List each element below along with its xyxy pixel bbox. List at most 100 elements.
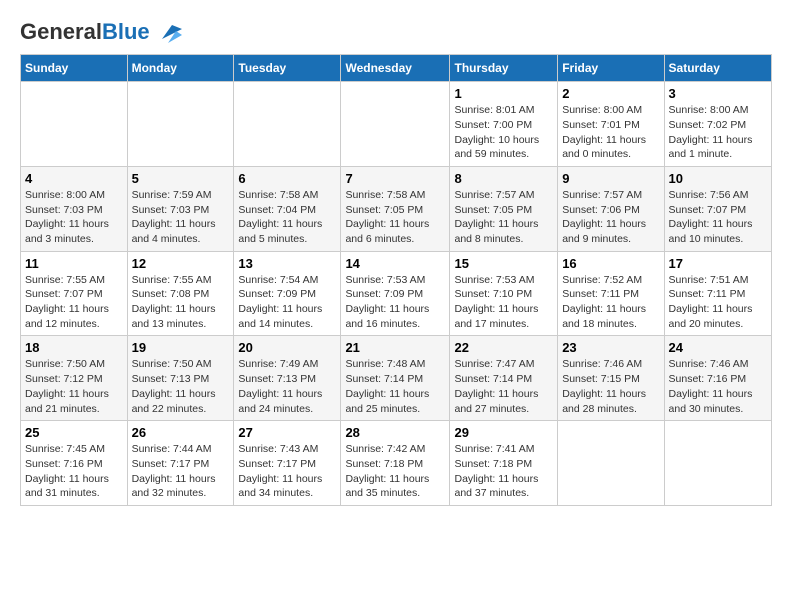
calendar-cell: 13 Sunrise: 7:54 AMSunset: 7:09 PMDayligh…	[234, 251, 341, 336]
day-info: Sunrise: 7:57 AMSunset: 7:05 PMDaylight:…	[454, 188, 553, 247]
day-number: 24	[669, 340, 767, 355]
dow-header-cell: Saturday	[664, 55, 771, 82]
day-number: 23	[562, 340, 659, 355]
calendar-cell: 19 Sunrise: 7:50 AMSunset: 7:13 PMDayligh…	[127, 336, 234, 421]
day-info: Sunrise: 7:42 AMSunset: 7:18 PMDaylight:…	[345, 442, 445, 501]
calendar-cell: 3Sunrise: 8:00 AMSunset: 7:02 PMDaylight…	[664, 82, 771, 167]
calendar-cell: 5 Sunrise: 7:59 AMSunset: 7:03 PMDaylight…	[127, 166, 234, 251]
day-number: 5	[132, 171, 230, 186]
calendar-cell: 22 Sunrise: 7:47 AMSunset: 7:14 PMDayligh…	[450, 336, 558, 421]
day-number: 9	[562, 171, 659, 186]
day-info: Sunrise: 7:58 AMSunset: 7:05 PMDaylight:…	[345, 188, 445, 247]
dow-header-cell: Wednesday	[341, 55, 450, 82]
dow-header-cell: Friday	[558, 55, 664, 82]
day-info: Sunrise: 7:53 AMSunset: 7:10 PMDaylight:…	[454, 273, 553, 332]
calendar-cell: 17 Sunrise: 7:51 AMSunset: 7:11 PMDayligh…	[664, 251, 771, 336]
day-number: 27	[238, 425, 336, 440]
calendar-cell	[234, 82, 341, 167]
day-info: Sunrise: 7:50 AMSunset: 7:13 PMDaylight:…	[132, 357, 230, 416]
calendar-cell: 21 Sunrise: 7:48 AMSunset: 7:14 PMDayligh…	[341, 336, 450, 421]
day-info: Sunrise: 8:01 AMSunset: 7:00 PMDaylight:…	[454, 103, 553, 162]
calendar-body: 1 Sunrise: 8:01 AMSunset: 7:00 PMDaylight…	[21, 82, 772, 506]
day-number: 8	[454, 171, 553, 186]
calendar-cell	[558, 421, 664, 506]
calendar-cell	[341, 82, 450, 167]
calendar-cell: 7Sunrise: 7:58 AMSunset: 7:05 PMDaylight…	[341, 166, 450, 251]
day-info: Sunrise: 7:54 AMSunset: 7:09 PMDaylight:…	[238, 273, 336, 332]
day-info: Sunrise: 7:41 AMSunset: 7:18 PMDaylight:…	[454, 442, 553, 501]
day-info: Sunrise: 7:57 AMSunset: 7:06 PMDaylight:…	[562, 188, 659, 247]
day-info: Sunrise: 7:44 AMSunset: 7:17 PMDaylight:…	[132, 442, 230, 501]
logo: GeneralBlue	[20, 20, 182, 44]
calendar-cell: 23 Sunrise: 7:46 AMSunset: 7:15 PMDayligh…	[558, 336, 664, 421]
calendar-week-row: 18 Sunrise: 7:50 AMSunset: 7:12 PMDayligh…	[21, 336, 772, 421]
day-number: 17	[669, 256, 767, 271]
day-number: 20	[238, 340, 336, 355]
day-info: Sunrise: 7:48 AMSunset: 7:14 PMDaylight:…	[345, 357, 445, 416]
calendar-cell	[21, 82, 128, 167]
day-number: 1	[454, 86, 553, 101]
dow-header-cell: Tuesday	[234, 55, 341, 82]
day-number: 10	[669, 171, 767, 186]
day-number: 13	[238, 256, 336, 271]
day-info: Sunrise: 7:51 AMSunset: 7:11 PMDaylight:…	[669, 273, 767, 332]
day-number: 21	[345, 340, 445, 355]
day-number: 28	[345, 425, 445, 440]
day-number: 29	[454, 425, 553, 440]
calendar-week-row: 25 Sunrise: 7:45 AMSunset: 7:16 PMDayligh…	[21, 421, 772, 506]
header: GeneralBlue	[20, 20, 772, 44]
day-info: Sunrise: 7:56 AMSunset: 7:07 PMDaylight:…	[669, 188, 767, 247]
calendar-cell: 9 Sunrise: 7:57 AMSunset: 7:06 PMDaylight…	[558, 166, 664, 251]
day-info: Sunrise: 7:45 AMSunset: 7:16 PMDaylight:…	[25, 442, 123, 501]
calendar-cell: 26 Sunrise: 7:44 AMSunset: 7:17 PMDayligh…	[127, 421, 234, 506]
calendar-cell: 25 Sunrise: 7:45 AMSunset: 7:16 PMDayligh…	[21, 421, 128, 506]
day-info: Sunrise: 7:53 AMSunset: 7:09 PMDaylight:…	[345, 273, 445, 332]
logo-blue: Blue	[102, 19, 150, 44]
day-info: Sunrise: 7:43 AMSunset: 7:17 PMDaylight:…	[238, 442, 336, 501]
day-info: Sunrise: 7:46 AMSunset: 7:16 PMDaylight:…	[669, 357, 767, 416]
day-number: 6	[238, 171, 336, 186]
day-number: 19	[132, 340, 230, 355]
day-number: 4	[25, 171, 123, 186]
calendar-week-row: 4 Sunrise: 8:00 AMSunset: 7:03 PMDaylight…	[21, 166, 772, 251]
calendar-cell: 1 Sunrise: 8:01 AMSunset: 7:00 PMDaylight…	[450, 82, 558, 167]
logo-icon	[154, 21, 182, 43]
day-number: 14	[345, 256, 445, 271]
calendar-cell: 14 Sunrise: 7:53 AMSunset: 7:09 PMDayligh…	[341, 251, 450, 336]
day-number: 12	[132, 256, 230, 271]
calendar-week-row: 1 Sunrise: 8:01 AMSunset: 7:00 PMDaylight…	[21, 82, 772, 167]
calendar-cell: 29 Sunrise: 7:41 AMSunset: 7:18 PMDayligh…	[450, 421, 558, 506]
day-info: Sunrise: 7:55 AMSunset: 7:07 PMDaylight:…	[25, 273, 123, 332]
calendar-cell	[664, 421, 771, 506]
calendar-cell: 6Sunrise: 7:58 AMSunset: 7:04 PMDaylight…	[234, 166, 341, 251]
day-number: 22	[454, 340, 553, 355]
calendar-cell: 20 Sunrise: 7:49 AMSunset: 7:13 PMDayligh…	[234, 336, 341, 421]
day-number: 25	[25, 425, 123, 440]
calendar-table: SundayMondayTuesdayWednesdayThursdayFrid…	[20, 54, 772, 506]
calendar-cell: 4 Sunrise: 8:00 AMSunset: 7:03 PMDaylight…	[21, 166, 128, 251]
day-info: Sunrise: 7:49 AMSunset: 7:13 PMDaylight:…	[238, 357, 336, 416]
calendar-cell: 18 Sunrise: 7:50 AMSunset: 7:12 PMDayligh…	[21, 336, 128, 421]
day-info: Sunrise: 7:47 AMSunset: 7:14 PMDaylight:…	[454, 357, 553, 416]
dow-header-cell: Monday	[127, 55, 234, 82]
day-info: Sunrise: 8:00 AMSunset: 7:03 PMDaylight:…	[25, 188, 123, 247]
day-number: 15	[454, 256, 553, 271]
day-info: Sunrise: 7:52 AMSunset: 7:11 PMDaylight:…	[562, 273, 659, 332]
day-info: Sunrise: 8:00 AMSunset: 7:01 PMDaylight:…	[562, 103, 659, 162]
calendar-cell: 2 Sunrise: 8:00 AMSunset: 7:01 PMDaylight…	[558, 82, 664, 167]
day-info: Sunrise: 7:46 AMSunset: 7:15 PMDaylight:…	[562, 357, 659, 416]
calendar-cell: 28 Sunrise: 7:42 AMSunset: 7:18 PMDayligh…	[341, 421, 450, 506]
calendar-cell: 15 Sunrise: 7:53 AMSunset: 7:10 PMDayligh…	[450, 251, 558, 336]
day-number: 26	[132, 425, 230, 440]
day-info: Sunrise: 7:50 AMSunset: 7:12 PMDaylight:…	[25, 357, 123, 416]
day-number: 3	[669, 86, 767, 101]
day-info: Sunrise: 7:59 AMSunset: 7:03 PMDaylight:…	[132, 188, 230, 247]
calendar-cell: 11Sunrise: 7:55 AMSunset: 7:07 PMDayligh…	[21, 251, 128, 336]
day-number: 18	[25, 340, 123, 355]
logo-general: General	[20, 19, 102, 44]
calendar-cell	[127, 82, 234, 167]
day-info: Sunrise: 7:55 AMSunset: 7:08 PMDaylight:…	[132, 273, 230, 332]
calendar-cell: 8 Sunrise: 7:57 AMSunset: 7:05 PMDaylight…	[450, 166, 558, 251]
day-number: 2	[562, 86, 659, 101]
calendar-cell: 24 Sunrise: 7:46 AMSunset: 7:16 PMDayligh…	[664, 336, 771, 421]
